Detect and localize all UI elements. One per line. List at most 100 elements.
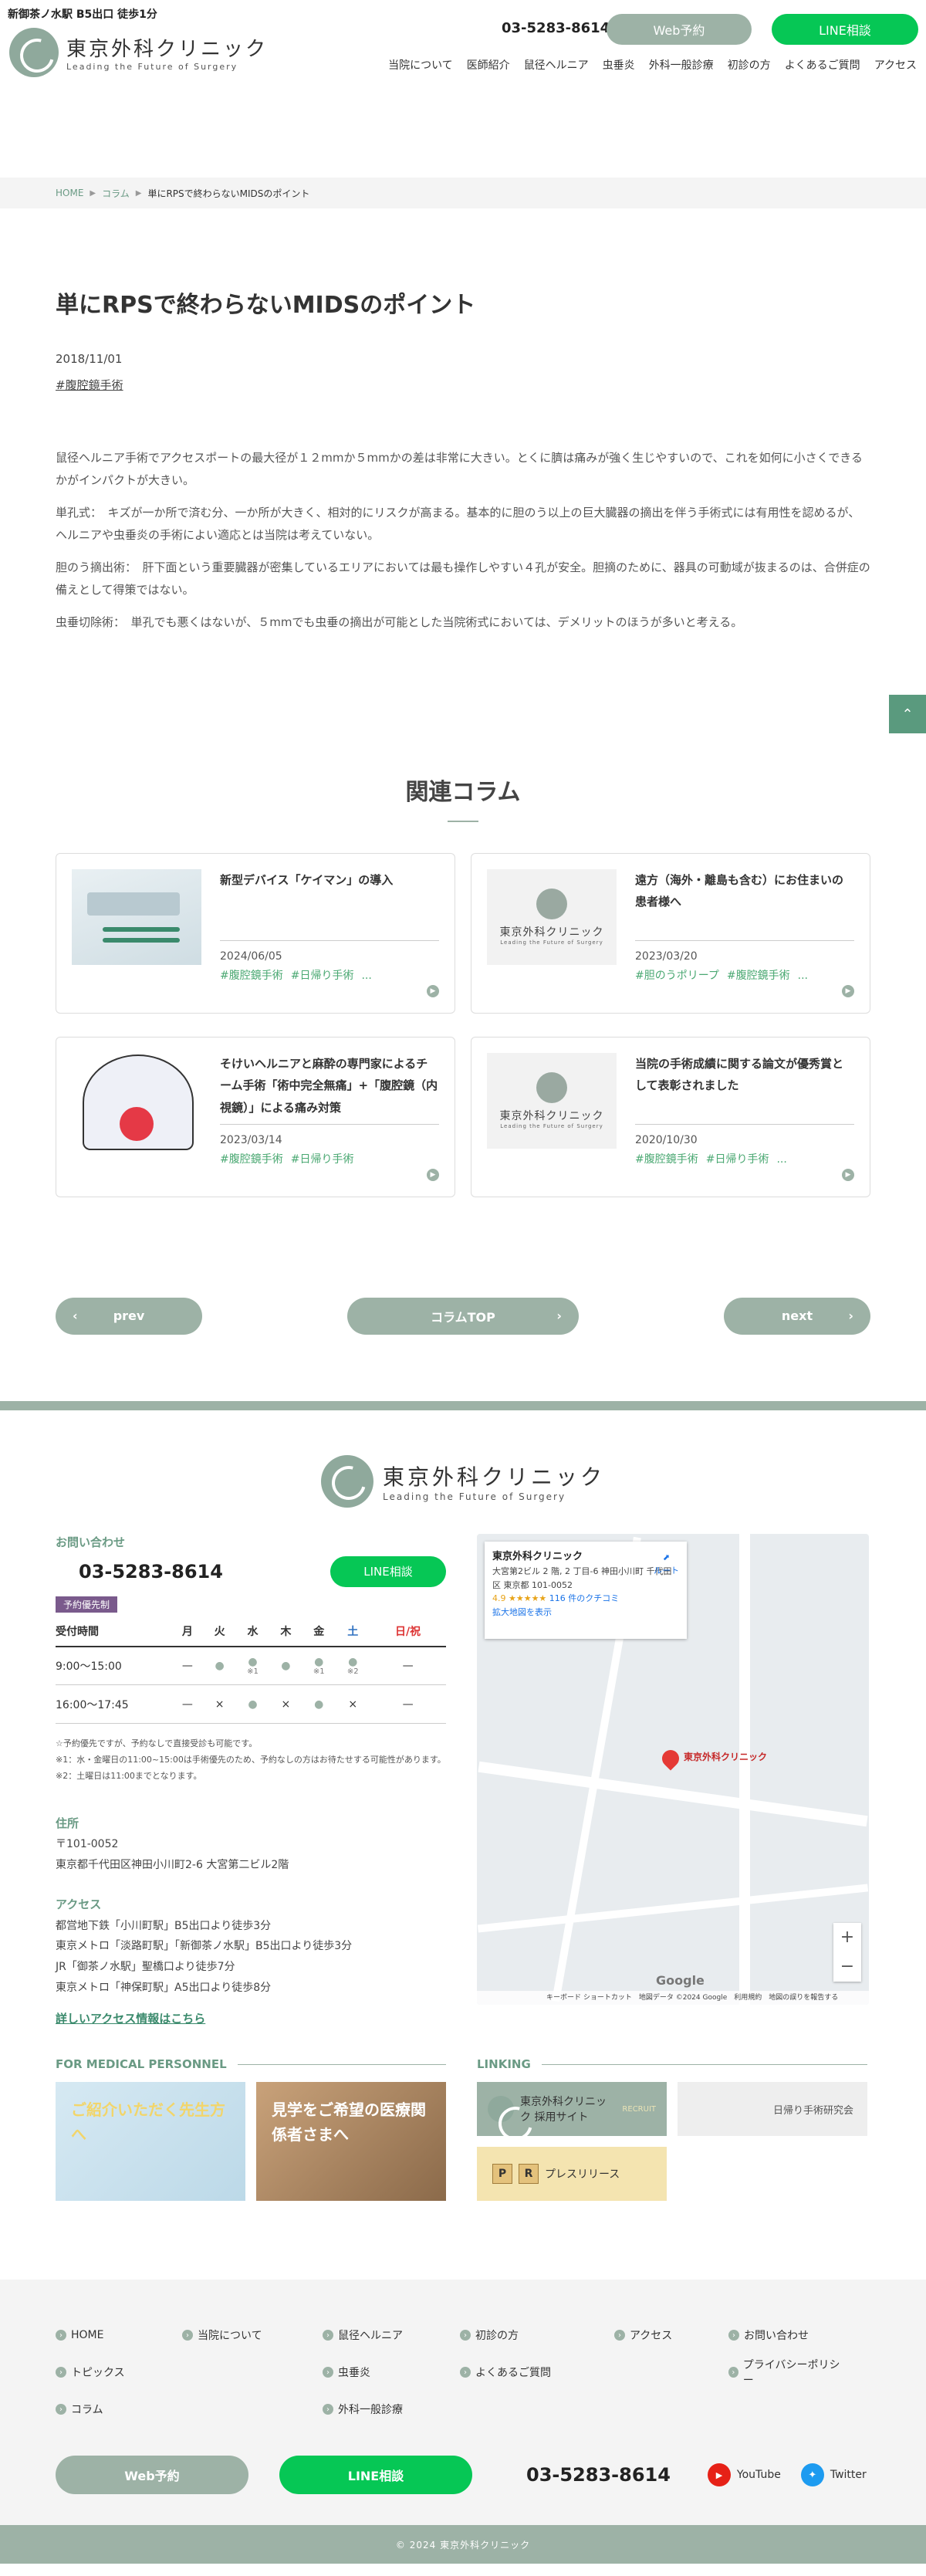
map-road [478, 1761, 868, 1826]
hours-note-mark: ※1 [313, 1667, 325, 1676]
thumb-logo-jp: 東京外科クリニック [499, 926, 604, 939]
card-title: そけいヘルニアと麻酔の専門家によるチーム手術「術中完全無痛」+「腹腔鏡（内視鏡）… [220, 1056, 438, 1115]
card-date: 2023/03/14 [220, 1133, 282, 1146]
card-tag: #日帰り手術 [290, 1153, 354, 1166]
footer-web-reservation-button[interactable]: Web予約 [56, 2456, 248, 2495]
divider [635, 1123, 854, 1125]
footer-link-appendicitis[interactable]: 虫垂炎 [323, 2357, 460, 2388]
press-release-banner[interactable]: P R プレスリリース [477, 2147, 667, 2202]
map-reviews-link[interactable]: 116 件のクチコミ [549, 1593, 620, 1603]
google-logo: Google [656, 1972, 705, 1988]
nav-doctors[interactable]: 医師紹介 [467, 57, 510, 73]
twitter-link[interactable]: ✦ Twitter [800, 2463, 867, 2487]
hours-time: 16:00〜17:45 [56, 1684, 171, 1724]
article-tag[interactable]: #腹腔鏡手術 [56, 377, 123, 393]
related-card[interactable]: 東京外科クリニック Leading the Future of Surgery … [471, 852, 870, 1014]
nav-general-surgery[interactable]: 外科一般診療 [649, 57, 714, 73]
pager: prev コラムTOP next [56, 1297, 870, 1335]
footer-links: HOME 当院について 鼠径ヘルニア 初診の方 アクセス お問い合わせ トピック… [56, 2327, 870, 2417]
line-consult-button[interactable]: LINE相談 [772, 14, 918, 45]
divider [237, 2063, 446, 2065]
contact-label: お問い合わせ [56, 1535, 126, 1549]
footer-link-home[interactable]: HOME [56, 2327, 182, 2343]
footer-link-column[interactable]: コラム [56, 2402, 182, 2417]
footer-link-topics[interactable]: トピックス [56, 2357, 182, 2388]
hours-row: 16:00〜17:45 — × ● × ● × — [56, 1684, 446, 1724]
divider [220, 1123, 439, 1125]
card-tag: #腹腔鏡手術 [635, 1153, 698, 1166]
column-top-button[interactable]: コラムTOP [347, 1297, 579, 1335]
header-phone[interactable]: 03-5283-8614 [502, 20, 610, 36]
recruit-banner[interactable]: 東京外科クリニック 採用サイト RECRUIT [477, 2082, 667, 2137]
footer-link-privacy[interactable]: プライバシーポリシー [728, 2357, 841, 2388]
main-nav: 当院について 医師紹介 鼠径ヘルニア 虫垂炎 外科一般診療 初診の方 よくあるご… [388, 57, 917, 73]
next-button[interactable]: next [724, 1297, 870, 1335]
related-card[interactable]: 東京外科クリニック Leading the Future of Surgery … [471, 1036, 870, 1197]
map-pin-label: 東京外科クリニック [684, 1751, 768, 1762]
map-rating: 4.9 ★★★★★ [492, 1593, 547, 1604]
referral-banner[interactable]: ご紹介いただく先生方へ [56, 2082, 245, 2202]
site-header: 新御茶ノ水駅 B5出口 徒歩1分 東京外科クリニック Leading the F… [0, 0, 926, 93]
web-reservation-button[interactable]: Web予約 [607, 14, 752, 45]
card-title: 新型デバイス「ケイマン」の導入 [220, 872, 394, 887]
article-paragraph: 鼠径ヘルニア手術でアクセスポートの最大径が１２mmか５mmかの差は非常に大きい。… [56, 451, 863, 487]
hours-cell: ● [314, 1698, 324, 1711]
card-tags: #胆のうポリープ #腹腔鏡手術... [635, 967, 820, 983]
map-route-button[interactable]: ⬈ ルート [654, 1551, 679, 1578]
article: 単にRPSで終わらないMIDSのポイント 2018/11/01 #腹腔鏡手術 鼠… [0, 286, 926, 634]
footer-link-first-visit[interactable]: 初診の方 [460, 2327, 614, 2343]
footer-link-about[interactable]: 当院について [182, 2327, 323, 2343]
map-enlarge-link[interactable]: 拡大地図を表示 [492, 1606, 679, 1620]
hours-note: ※1：水・金曜日の11:00~15:00は手術優先のため、予約なしの方はお待たせ… [56, 1754, 446, 1765]
map-place-address: 大宮第2ビル 2 階, 2 丁目-6 神田小川町 千代田区 東京都 101-00… [492, 1566, 672, 1590]
footer-link-general-surgery[interactable]: 外科一般診療 [323, 2402, 460, 2417]
google-map[interactable]: 東京外科クリニック 東京外科クリニック 大宮第2ビル 2 階, 2 丁目-6 神… [477, 1533, 869, 2005]
breadcrumb-column[interactable]: コラム [102, 187, 130, 200]
related-card[interactable]: 新型デバイス「ケイマン」の導入 2024/06/05 #腹腔鏡手術 #日帰り手術.… [56, 852, 455, 1014]
address-line: 〒101-0052 [56, 1838, 119, 1851]
observation-banner[interactable]: 見学をご希望の医療関係者さまへ [256, 2082, 446, 2202]
footer-logo[interactable]: 東京外科クリニック Leading the Future of Surgery [0, 1454, 926, 1508]
nav-about[interactable]: 当院について [388, 57, 453, 73]
access-detail-link[interactable]: 詳しいアクセス情報はこちら [56, 2010, 446, 2026]
nav-appendicitis[interactable]: 虫垂炎 [603, 57, 635, 73]
card-title: 遠方（海外・離島も含む）にお住まいの患者様へ [635, 872, 844, 909]
prev-button[interactable]: prev [56, 1297, 202, 1335]
nav-hernia[interactable]: 鼠径ヘルニア [524, 57, 589, 73]
twitter-icon: ✦ [800, 2463, 824, 2487]
footer-line-consult-button[interactable]: LINE相談 [279, 2456, 472, 2495]
logo-text-en: Leading the Future of Surgery [66, 62, 238, 72]
footer-cta-phone[interactable]: 03-5283-8614 [526, 2464, 671, 2486]
card-date: 2020/10/30 [635, 1133, 698, 1146]
card-tag: #胆のうポリープ [635, 969, 719, 982]
footer-link-contact[interactable]: お問い合わせ [728, 2327, 841, 2343]
zoom-out-button[interactable]: − [833, 1952, 861, 1982]
hours-cell: ● [348, 1655, 358, 1668]
hours-note-mark: ※1 [247, 1667, 259, 1676]
footer-line-button[interactable]: LINE相談 [330, 1555, 446, 1587]
nav-access[interactable]: アクセス [874, 57, 917, 73]
nav-first-visit[interactable]: 初診の方 [728, 57, 771, 73]
card-tag: ... [361, 969, 372, 982]
page-top-button[interactable]: ⌃ [889, 695, 926, 733]
zoom-in-button[interactable]: + [833, 1923, 861, 1952]
reservation-badge: 予約優先制 [56, 1596, 118, 1613]
footer-link-hernia[interactable]: 鼠径ヘルニア [323, 2327, 460, 2343]
youtube-link[interactable]: ▶ YouTube [707, 2463, 781, 2487]
article-body: 鼠径ヘルニア手術でアクセスポートの最大径が１２mmか５mmかの差は非常に大きい。… [56, 447, 870, 634]
nav-faq[interactable]: よくあるご質問 [785, 57, 860, 73]
day-surgery-banner[interactable]: 日帰り手術研究会 [678, 2082, 867, 2137]
hours-cell: — [402, 1659, 414, 1672]
footer-link-access[interactable]: アクセス [614, 2327, 728, 2343]
related-card[interactable]: そけいヘルニアと麻酔の専門家によるチーム手術「術中完全無痛」+「腹腔鏡（内視鏡）… [56, 1036, 455, 1197]
footer-phone[interactable]: 03-5283-8614 [79, 1561, 223, 1582]
logo-thumbnail: 東京外科クリニック Leading the Future of Surgery [487, 1052, 617, 1149]
divider [220, 939, 439, 941]
breadcrumb-home[interactable]: HOME [56, 188, 83, 198]
map-info-card: 東京外科クリニック 大宮第2ビル 2 階, 2 丁目-6 神田小川町 千代田区 … [485, 1541, 687, 1639]
footer-link-faq[interactable]: よくあるご質問 [460, 2357, 614, 2388]
site-logo[interactable]: 東京外科クリニック Leading the Future of Surgery [9, 28, 268, 77]
access-label: アクセス [56, 1897, 102, 1912]
map-pin-icon[interactable] [658, 1745, 683, 1771]
related-cards: 新型デバイス「ケイマン」の導入 2024/06/05 #腹腔鏡手術 #日帰り手術.… [56, 852, 870, 1197]
